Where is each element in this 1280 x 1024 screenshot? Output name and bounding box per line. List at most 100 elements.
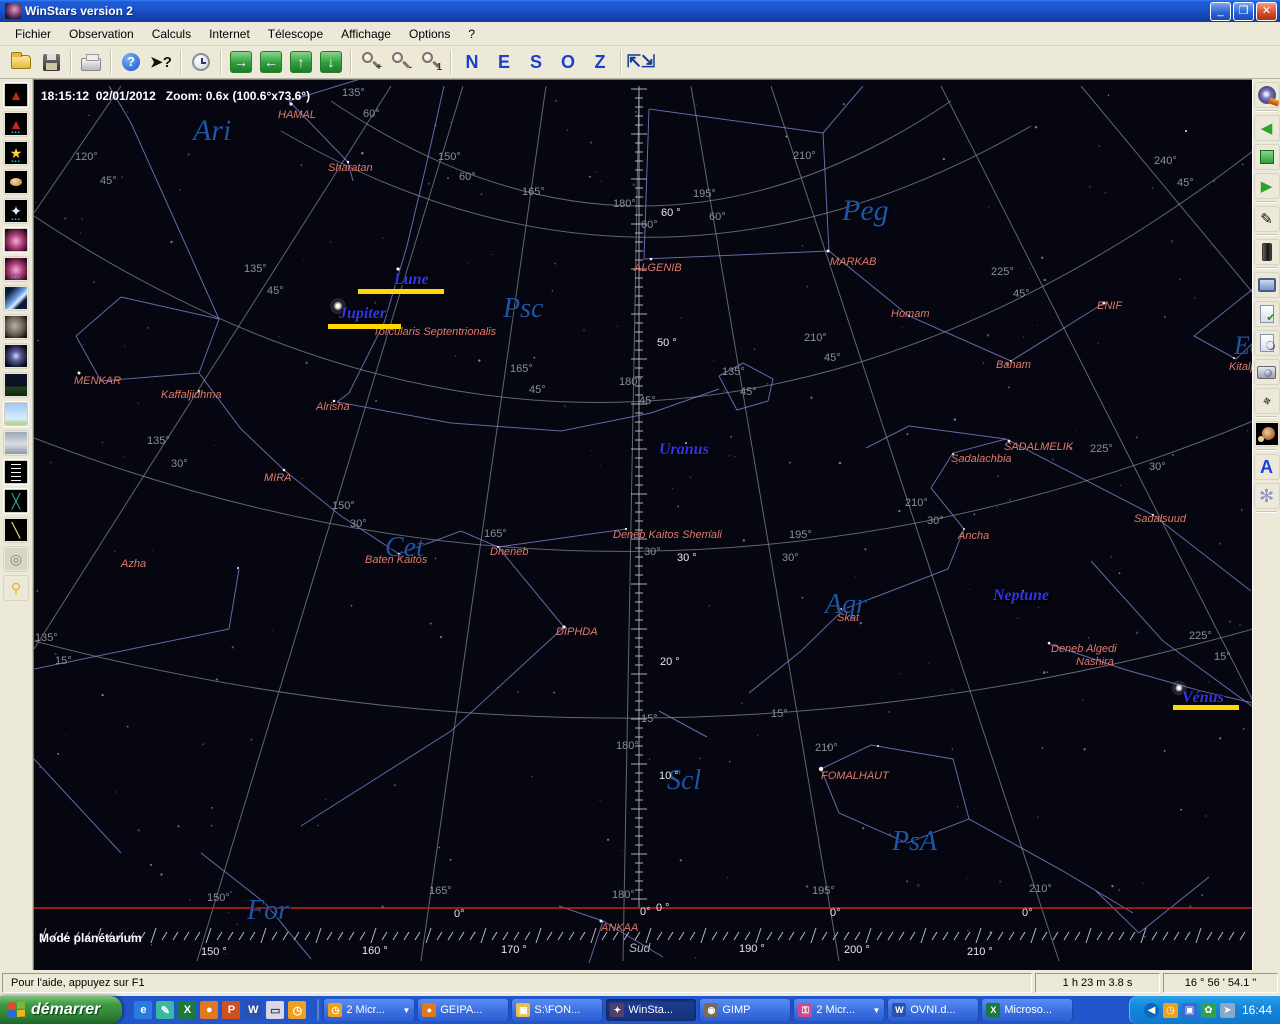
word-icon[interactable]: W — [244, 1001, 262, 1019]
toggle-clouds-icon[interactable] — [3, 430, 29, 456]
planet-view-button[interactable] — [1254, 421, 1280, 447]
tray-clock-icon[interactable]: ◷ — [1163, 1003, 1178, 1018]
menu-item-internet[interactable]: Internet — [200, 24, 259, 44]
task-group-dropdown-icon[interactable]: ▼ — [402, 1006, 410, 1015]
zoom-reset-button[interactable]: 1 — [417, 48, 445, 76]
help-button[interactable]: ? — [117, 48, 145, 76]
grid-coordinate-label: 135° — [342, 87, 365, 99]
powerpoint-icon[interactable]: P — [222, 1001, 240, 1019]
taskbar-button-winsta[interactable]: ✦WinSta... — [606, 999, 696, 1021]
toggle-landscape-icon[interactable] — [3, 372, 29, 398]
firefox-icon[interactable]: ● — [200, 1001, 218, 1019]
star-label: Alrisha — [316, 401, 350, 413]
show-desktop-icon[interactable]: ▭ — [266, 1001, 284, 1019]
toggle-equatorial-grid-icon[interactable]: ╳ — [3, 488, 29, 514]
taskbar-button-ovnid[interactable]: WOVNI.d... — [888, 999, 978, 1021]
animation-film-button[interactable] — [1254, 82, 1280, 108]
toggle-night-vision-icon[interactable]: ⚲ — [3, 575, 29, 601]
north-button[interactable]: N — [457, 48, 487, 76]
toggle-constellation-boundaries-icon[interactable]: ▲ — [3, 111, 29, 137]
taskbar-button-gimp[interactable]: ◉GIMP — [700, 999, 790, 1021]
planet-underline-marker — [1173, 705, 1239, 710]
full-sky-button[interactable]: ⇱⇲ — [627, 48, 655, 76]
excel-icon[interactable]: X — [178, 1001, 196, 1019]
grid-coordinate-label: 60° — [641, 219, 658, 231]
east-button[interactable]: E — [489, 48, 519, 76]
window-title: WinStars version 2 — [25, 4, 1208, 18]
camera-snapshot-button[interactable] — [1254, 359, 1280, 385]
toggle-field-circles-icon[interactable]: ◎ — [3, 546, 29, 572]
network-computer-button[interactable] — [1254, 272, 1280, 298]
taskbar-button-sfon[interactable]: ▣S:\FON... — [512, 999, 602, 1021]
options-gear-button[interactable]: ✻ — [1254, 483, 1280, 509]
azimuth-label: 150 ° — [201, 946, 227, 958]
zoom-in-button[interactable]: + — [357, 48, 385, 76]
toggle-atmosphere-icon[interactable] — [3, 401, 29, 427]
star-label: Kaffaljidhma — [161, 389, 222, 401]
grid-coordinate-label: 165° — [484, 528, 507, 540]
clock-launch-icon[interactable]: ◷ — [288, 1001, 306, 1019]
toggle-scale-bar-icon[interactable] — [3, 459, 29, 485]
telescope-control-button[interactable]: ⌖ — [1254, 388, 1280, 414]
time-button[interactable] — [187, 48, 215, 76]
pan-left-button[interactable]: ← — [257, 48, 285, 76]
main-toolbar: ? ➤? → ← ↑ ↓ + - 1 N E S O Z ⇱⇲ — [0, 46, 1280, 79]
toggle-asteroids-icon[interactable] — [3, 314, 29, 340]
preview-search-button[interactable]: 🔾 — [1254, 330, 1280, 356]
toggle-ecliptic-lines-icon[interactable]: ╲ — [3, 517, 29, 543]
taskbar-button-geipa[interactable]: ●GEIPA... — [418, 999, 508, 1021]
step-back-button[interactable]: ◀ — [1254, 115, 1280, 141]
minimize-button[interactable]: _ — [1210, 2, 1231, 21]
start-button[interactable]: démarrer — [0, 996, 122, 1024]
open-button[interactable] — [7, 48, 35, 76]
west-button[interactable]: O — [553, 48, 583, 76]
asteroids-icon — [5, 316, 27, 338]
menu-item-observation[interactable]: Observation — [60, 24, 143, 44]
messenger-icon[interactable]: ✿ — [1201, 1003, 1216, 1018]
restore-button[interactable]: ❐ — [1233, 2, 1254, 21]
menu-item-affichage[interactable]: Affichage — [332, 24, 400, 44]
context-help-button[interactable]: ➤? — [147, 48, 175, 76]
zoom-out-button[interactable]: - — [387, 48, 415, 76]
grid-coordinate-label: 30 ° — [677, 552, 697, 564]
planets-icon — [5, 171, 27, 193]
toggle-constellation-figures-icon[interactable]: ▲ — [3, 82, 29, 108]
menu-item-options[interactable]: Options — [400, 24, 459, 44]
menu-item-tlescope[interactable]: Télescope — [259, 24, 332, 44]
toggle-planets-icon[interactable] — [3, 169, 29, 195]
play-button[interactable]: ▶ — [1254, 173, 1280, 199]
task-group-dropdown-icon[interactable]: ▼ — [872, 1006, 880, 1015]
pan-right-button[interactable]: → — [227, 48, 255, 76]
south-button[interactable]: S — [521, 48, 551, 76]
sky-chart[interactable]: 18:15:12 02/01/2012 Zoom: 0.6x (100.6°x7… — [33, 79, 1252, 970]
toggle-milky-way-icon[interactable] — [3, 343, 29, 369]
draw-tool-button[interactable]: ✎ — [1254, 206, 1280, 232]
ie-icon[interactable]: e — [134, 1001, 152, 1019]
print-button[interactable] — [77, 48, 105, 76]
paint-icon[interactable]: ✎ — [156, 1001, 174, 1019]
menu-item-fichier[interactable]: Fichier — [6, 24, 60, 44]
zenith-button[interactable]: Z — [585, 48, 615, 76]
printer-icon — [81, 58, 101, 71]
save-button[interactable] — [37, 48, 65, 76]
menu-item-calculs[interactable]: Calculs — [143, 24, 200, 44]
launcher-icon[interactable]: ➤ — [1220, 1003, 1235, 1018]
pan-up-button[interactable]: ↑ — [287, 48, 315, 76]
grid-coordinate-label: 30° — [1149, 461, 1166, 473]
taskbar-button-2micr[interactable]: ⚿2 Micr...▼ — [794, 999, 884, 1021]
network-icon[interactable]: ▣ — [1182, 1003, 1197, 1018]
pan-down-button[interactable]: ↓ — [317, 48, 345, 76]
task-icon: ◉ — [704, 1003, 718, 1017]
stop-button[interactable] — [1254, 144, 1280, 170]
toggle-nebulae-labels-icon[interactable] — [3, 256, 29, 282]
labels-a-button[interactable]: A — [1254, 454, 1280, 480]
close-button[interactable]: ✕ — [1256, 2, 1277, 21]
grid-coordinate-label: 180° — [616, 740, 639, 752]
battery-button[interactable] — [1254, 239, 1280, 265]
taskbar-button-microso[interactable]: XMicroso... — [982, 999, 1072, 1021]
taskbar-button-2micr[interactable]: ◷2 Micr...▼ — [324, 999, 414, 1021]
collapse-chevron-icon[interactable]: ◀ — [1144, 1003, 1159, 1018]
settings-check-button[interactable]: ✔ — [1254, 301, 1280, 327]
menu-item-?[interactable]: ? — [459, 24, 484, 44]
toggle-satellites-icon[interactable]: ✦ — [3, 198, 29, 224]
